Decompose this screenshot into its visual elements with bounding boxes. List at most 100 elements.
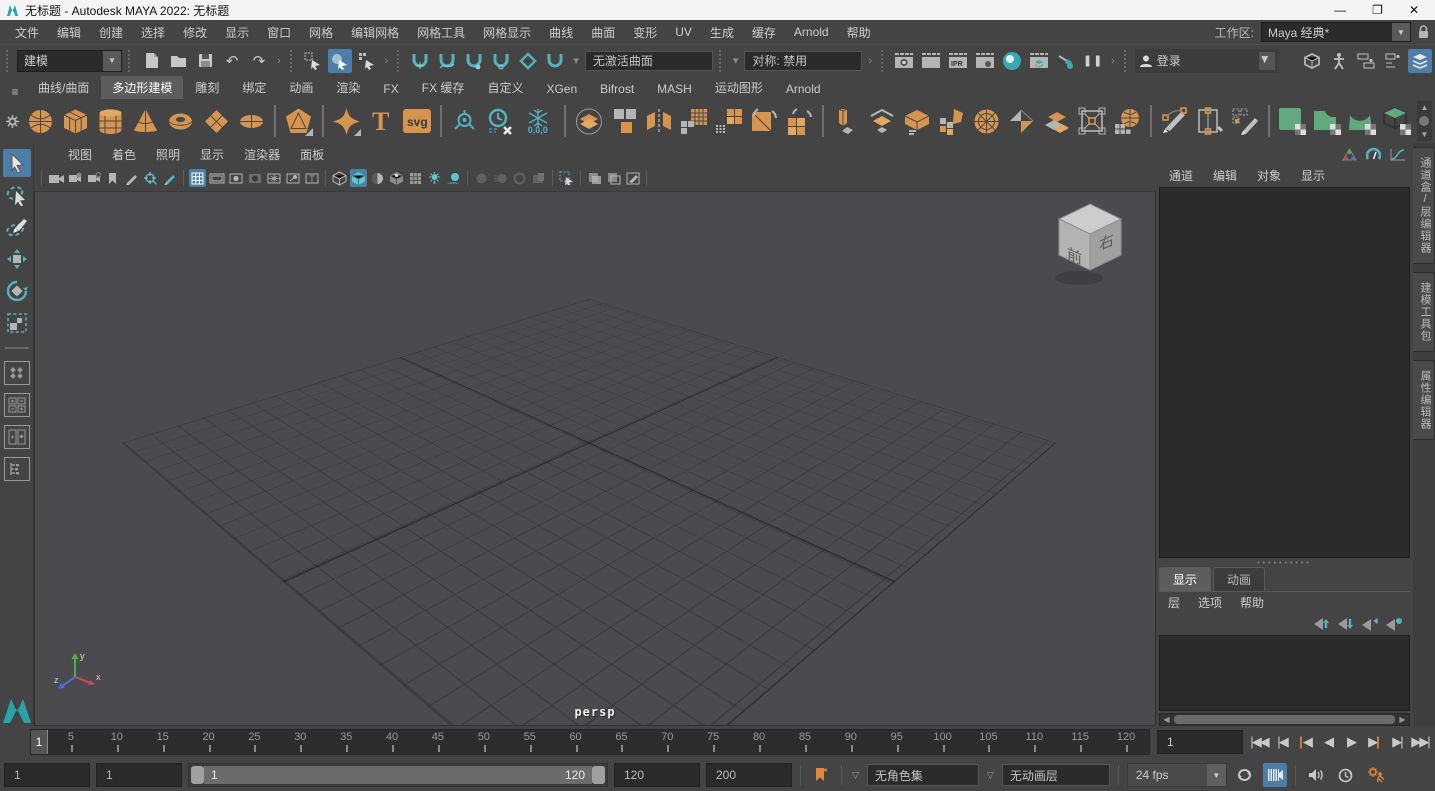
poly-cylinder-icon[interactable]: [95, 104, 127, 138]
shelf-tab[interactable]: 雕刻: [184, 76, 230, 99]
shelf-tab[interactable]: Bifrost: [589, 79, 645, 99]
panel-menu-item[interactable]: 显示: [190, 143, 234, 166]
shelf-options-gear-icon[interactable]: [3, 115, 22, 128]
boolean-intersection-icon[interactable]: [1347, 104, 1379, 138]
go-to-end-button[interactable]: ▶▶|: [1411, 734, 1429, 750]
panel-menu-item[interactable]: 渲染器: [234, 143, 290, 166]
character-controls-toggle[interactable]: [1327, 49, 1351, 73]
boolean-slice-icon[interactable]: [1382, 104, 1414, 138]
collapse-arrow-icon[interactable]: ›: [274, 55, 284, 67]
scale-tool[interactable]: [3, 309, 31, 337]
poly-text-icon[interactable]: T: [366, 104, 398, 138]
chevron-down-icon[interactable]: ▽: [985, 770, 996, 781]
chevron-down-icon[interactable]: ▼: [103, 51, 121, 71]
move-layer-up-icon[interactable]: [1313, 617, 1330, 630]
select-by-component-button[interactable]: [355, 49, 379, 73]
tool-settings-toggle[interactable]: [1381, 49, 1405, 73]
go-to-start-button[interactable]: |◀◀: [1250, 734, 1268, 750]
render-view-button[interactable]: [892, 49, 916, 73]
shelf-tab[interactable]: FX 缓存: [411, 76, 476, 99]
time-tick[interactable]: 120: [1103, 730, 1149, 754]
lock-icon[interactable]: [1418, 25, 1429, 39]
lock-camera-icon[interactable]: [66, 169, 83, 187]
time-tick[interactable]: 30: [277, 730, 323, 754]
time-tick[interactable]: 100: [920, 730, 966, 754]
select-camera-icon[interactable]: [47, 169, 64, 187]
layer-list[interactable]: [1159, 635, 1410, 711]
layout-outliner-persp-button[interactable]: [4, 457, 30, 481]
smooth-icon[interactable]: [678, 104, 710, 138]
channel-box-toggle[interactable]: [1408, 49, 1432, 73]
make-live-button[interactable]: [516, 49, 540, 73]
extrude-icon[interactable]: [831, 104, 863, 138]
menu-item[interactable]: 编辑网格: [342, 21, 408, 44]
collapse-arrow-icon[interactable]: ›: [1108, 55, 1118, 67]
channel-box-menu-item[interactable]: 通道: [1159, 163, 1203, 188]
time-tick[interactable]: 60: [553, 730, 599, 754]
menu-item[interactable]: 帮助: [838, 21, 880, 44]
shelf-tab[interactable]: 动画: [278, 76, 324, 99]
range-slider[interactable]: 1 120: [188, 763, 608, 787]
time-tick[interactable]: 65: [599, 730, 645, 754]
time-tick[interactable]: 90: [828, 730, 874, 754]
time-tick[interactable]: 115: [1057, 730, 1103, 754]
maximize-button[interactable]: ❐: [1372, 3, 1383, 17]
scroll-left-icon[interactable]: ◀: [1160, 715, 1173, 724]
time-tick[interactable]: 105: [966, 730, 1012, 754]
step-forward-key-button[interactable]: ▶|: [1365, 734, 1383, 750]
bookmark-icon[interactable]: [104, 169, 121, 187]
menu-item[interactable]: 窗口: [258, 21, 300, 44]
range-end-handle[interactable]: [592, 766, 605, 784]
select-by-hierarchy-button[interactable]: [301, 49, 325, 73]
play-forwards-button[interactable]: ▶: [1342, 734, 1360, 750]
time-tick[interactable]: 110: [1011, 730, 1057, 754]
paint-effects-settings-button[interactable]: [1054, 49, 1078, 73]
poly-cone-icon[interactable]: [130, 104, 162, 138]
view-cube[interactable]: 前 右: [1049, 200, 1131, 292]
chevron-down-icon[interactable]: ▾: [570, 54, 582, 67]
current-time-field[interactable]: 1: [1157, 730, 1243, 754]
textured-display-icon[interactable]: [369, 169, 386, 187]
freeze-transform-icon[interactable]: 0,0,0: [519, 104, 557, 138]
paint-select-tool[interactable]: [3, 213, 31, 241]
menu-item[interactable]: 网格: [300, 21, 342, 44]
time-tick[interactable]: 50: [461, 730, 507, 754]
shelf-menu-icon[interactable]: ≡: [4, 85, 26, 99]
chevron-down-icon[interactable]: ▾: [730, 54, 742, 67]
sidebar-vertical-tab[interactable]: 属性编辑器: [1413, 360, 1435, 440]
time-sync-button[interactable]: [1334, 763, 1358, 787]
collapse-arrow-icon[interactable]: ›: [865, 55, 875, 67]
svg-tool-icon[interactable]: svg: [401, 104, 433, 138]
panel-menu-item[interactable]: 视图: [58, 143, 102, 166]
time-tick[interactable]: 85: [782, 730, 828, 754]
exposure-contrast-icon[interactable]: [624, 169, 641, 187]
film-gate-icon[interactable]: [208, 169, 225, 187]
layer-editor-tab[interactable]: 动画: [1213, 567, 1265, 591]
channel-display-mode-icon[interactable]: [1342, 148, 1357, 161]
snap-to-grid-button[interactable]: [408, 49, 432, 73]
field-chart-icon[interactable]: [265, 169, 282, 187]
shelf-tab[interactable]: 多边形建模: [101, 76, 183, 99]
menu-item[interactable]: 变形: [624, 21, 666, 44]
quad-draw-icon[interactable]: [1229, 104, 1261, 138]
scroll-up-icon[interactable]: ▲: [1421, 103, 1429, 112]
channel-box-menu-item[interactable]: 显示: [1291, 163, 1335, 188]
grease-pencil-icon[interactable]: [161, 169, 178, 187]
channel-box-menu-item[interactable]: 编辑: [1203, 163, 1247, 188]
panel-menu-item[interactable]: 照明: [146, 143, 190, 166]
safe-title-icon[interactable]: T: [303, 169, 320, 187]
range-bar[interactable]: 1 120: [204, 766, 592, 784]
rotate-tool[interactable]: [3, 277, 31, 305]
chevron-down-icon[interactable]: ▼: [1392, 23, 1410, 41]
auto-keyframe-button[interactable]: [1263, 763, 1287, 787]
panel-menu-item[interactable]: 着色: [102, 143, 146, 166]
average-vertices-icon[interactable]: [1041, 104, 1073, 138]
time-tick[interactable]: 95: [874, 730, 920, 754]
insert-edge-loop-icon[interactable]: [1194, 104, 1226, 138]
boolean-union-icon[interactable]: [1277, 104, 1309, 138]
shelf-tab[interactable]: XGen: [535, 79, 588, 99]
section-separator[interactable]: [397, 50, 402, 72]
time-tick[interactable]: 35: [323, 730, 369, 754]
reverse-normals-icon[interactable]: [748, 104, 780, 138]
chevron-down-icon[interactable]: ▼: [1259, 52, 1275, 70]
